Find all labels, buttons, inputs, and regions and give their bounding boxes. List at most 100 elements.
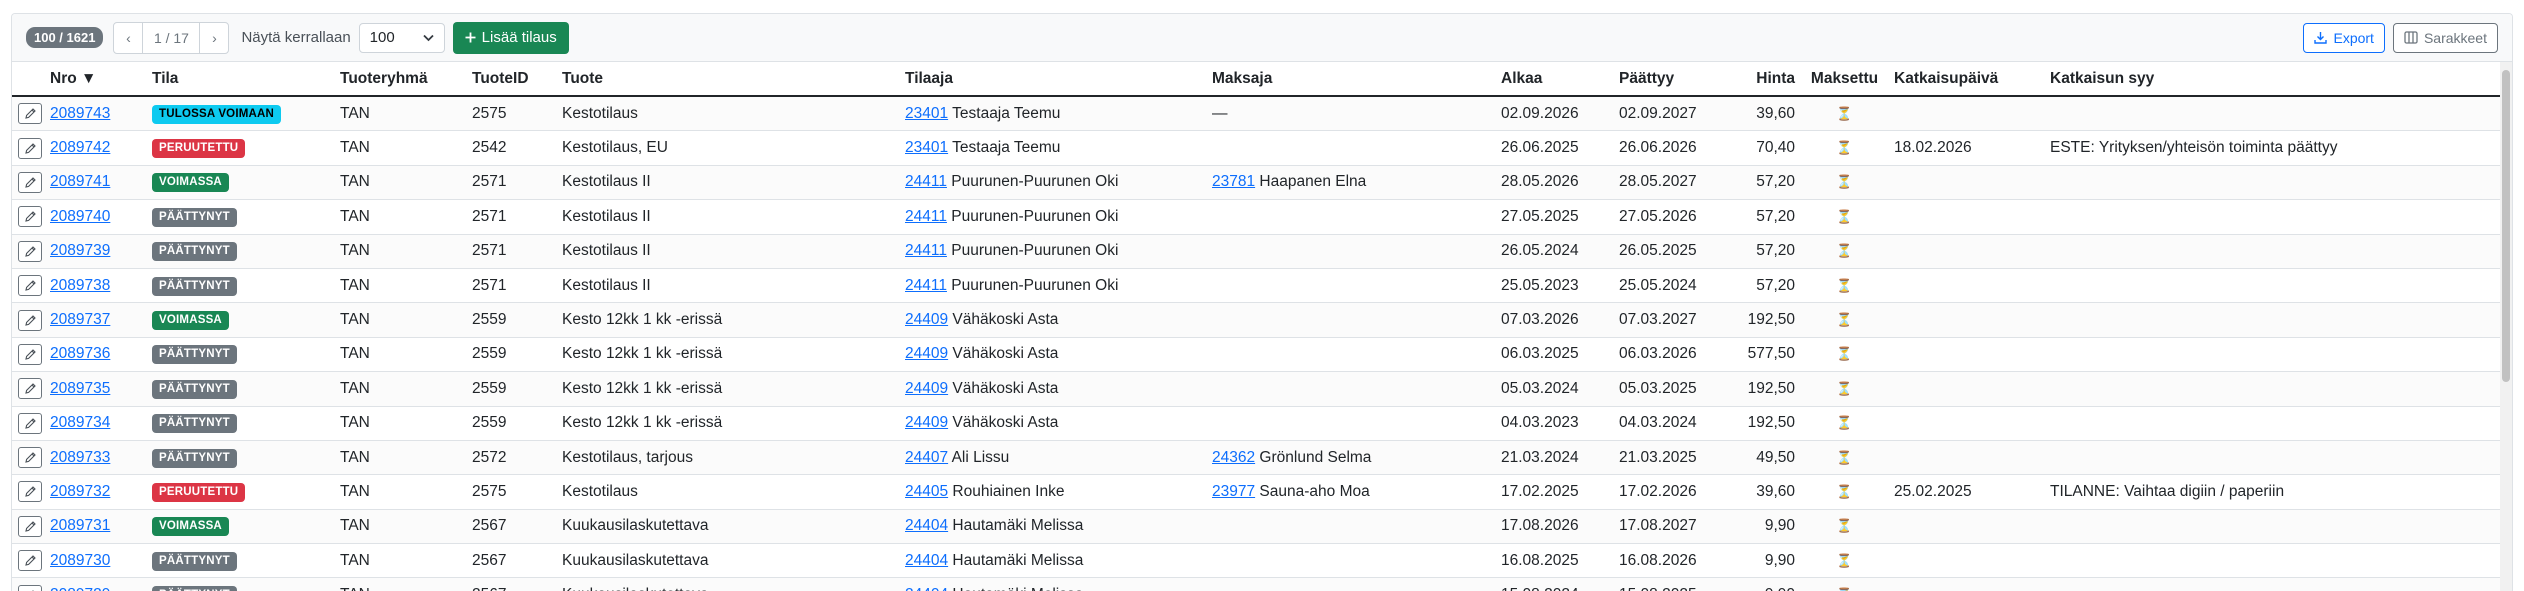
edit-row-button[interactable] (18, 171, 42, 193)
order-number-link[interactable]: 2089729 (50, 586, 110, 591)
edit-cell (12, 474, 50, 510)
edit-row-button[interactable] (18, 137, 42, 159)
hourglass-icon: ⏳ (1836, 518, 1853, 534)
order-number-link[interactable]: 2089737 (50, 311, 110, 328)
price-cell: 57,20 (1737, 234, 1795, 269)
paid-cell: ⏳ (1795, 543, 1894, 579)
product-cell: Kuukausilaskutettava (562, 509, 905, 545)
status-cell: PÄÄTTYNYT (152, 371, 340, 407)
edit-row-button[interactable] (18, 515, 42, 537)
header-tuoteryhma[interactable]: Tuoteryhmä (340, 62, 472, 97)
customer-name: Vähäkoski Asta (952, 379, 1059, 397)
edit-row-button[interactable] (18, 550, 42, 572)
edit-row-button[interactable] (18, 343, 42, 365)
chevron-right-icon: › (212, 29, 217, 46)
end-date-cell: 07.03.2027 (1619, 302, 1737, 338)
payer-link[interactable]: 23977 (1212, 483, 1255, 500)
start-date-cell: 17.02.2025 (1501, 474, 1619, 510)
payer-cell (1212, 406, 1501, 441)
edit-row-button[interactable] (18, 447, 42, 469)
customer-link[interactable]: 24409 (905, 345, 948, 362)
paid-cell: ⏳ (1795, 474, 1894, 510)
edit-row-button[interactable] (18, 275, 42, 297)
edit-row-button[interactable] (18, 584, 42, 591)
status-cell: VOIMASSA (152, 509, 340, 545)
hourglass-icon: ⏳ (1836, 174, 1853, 190)
customer-cell: 24404 Hautamäki Melissa (905, 577, 1212, 591)
next-page-button[interactable]: › (199, 22, 228, 53)
header-maksaja[interactable]: Maksaja (1212, 62, 1501, 97)
paid-cell: ⏳ (1795, 130, 1894, 166)
table-row: 2089735 PÄÄTTYNYT TAN 2559 Kesto 12kk 1 kk -… (12, 371, 2506, 407)
header-hinta[interactable]: Hinta (1737, 62, 1795, 97)
header-paattyy[interactable]: Päättyy (1619, 62, 1737, 97)
customer-link[interactable]: 24411 (905, 173, 947, 190)
pencil-icon (24, 348, 37, 361)
payer-cell: 23781 Haapanen Elna (1212, 165, 1501, 201)
order-number-link[interactable]: 2089731 (50, 517, 110, 534)
order-number-link[interactable]: 2089732 (50, 483, 110, 500)
download-icon (2314, 31, 2328, 44)
paid-cell: ⏳ (1795, 509, 1894, 545)
customer-link[interactable]: 24407 (905, 449, 948, 466)
hourglass-icon: ⏳ (1836, 552, 1853, 568)
columns-button[interactable]: Sarakkeet (2392, 22, 2498, 53)
customer-link[interactable]: 24411 (905, 208, 947, 225)
start-date-cell: 02.09.2026 (1501, 96, 1619, 132)
header-tuoteid[interactable]: TuoteID (472, 62, 562, 97)
order-number-link[interactable]: 2089736 (50, 345, 110, 362)
prev-page-button[interactable]: ‹ (114, 22, 144, 53)
scrollbar-thumb[interactable] (2502, 70, 2510, 382)
page-size-select[interactable]: 100 (358, 22, 445, 53)
order-number-link[interactable]: 2089735 (50, 380, 110, 397)
header-alkaa[interactable]: Alkaa (1501, 62, 1619, 97)
edit-row-button[interactable] (18, 103, 42, 125)
order-number-link[interactable]: 2089740 (50, 208, 110, 225)
customer-link[interactable]: 24404 (905, 586, 948, 591)
edit-row-button[interactable] (18, 481, 42, 503)
customer-link[interactable]: 24411 (905, 277, 947, 294)
customer-link[interactable]: 23401 (905, 139, 948, 156)
product-id-cell: 2575 (472, 474, 562, 510)
order-number-link[interactable]: 2089738 (50, 277, 110, 294)
header-katkaisupaiva[interactable]: Katkaisupäivä (1894, 62, 2050, 97)
pencil-icon (24, 107, 37, 120)
header-katkaisun-syy[interactable]: Katkaisun syy (2050, 62, 2506, 97)
customer-link[interactable]: 24405 (905, 483, 948, 500)
order-number-link[interactable]: 2089742 (50, 139, 110, 156)
customer-link[interactable]: 24409 (905, 414, 948, 431)
order-number-link[interactable]: 2089741 (50, 173, 110, 190)
order-number-link[interactable]: 2089730 (50, 552, 110, 569)
customer-link[interactable]: 24404 (905, 552, 948, 569)
customer-link[interactable]: 24404 (905, 517, 948, 534)
order-number-link[interactable]: 2089743 (50, 105, 110, 122)
edit-row-button[interactable] (18, 309, 42, 331)
vertical-scrollbar[interactable] (2500, 62, 2512, 591)
order-number-link[interactable]: 2089733 (50, 449, 110, 466)
payer-link[interactable]: 23781 (1212, 173, 1255, 190)
product-id-cell: 2567 (472, 509, 562, 545)
header-tuote[interactable]: Tuote (562, 62, 905, 97)
customer-link[interactable]: 23401 (905, 105, 948, 122)
edit-row-button[interactable] (18, 412, 42, 434)
header-nro[interactable]: Nro ▼ (50, 62, 152, 97)
edit-row-button[interactable] (18, 206, 42, 228)
paid-cell: ⏳ (1795, 371, 1894, 407)
customer-link[interactable]: 24409 (905, 311, 948, 328)
order-number-link[interactable]: 2089734 (50, 414, 110, 431)
export-button[interactable]: Export (2303, 22, 2385, 53)
header-maksettu[interactable]: Maksettu (1795, 62, 1894, 97)
header-tila[interactable]: Tila (152, 62, 340, 97)
payer-link[interactable]: 24362 (1212, 449, 1255, 466)
product-group-cell: TAN (340, 337, 472, 373)
customer-link[interactable]: 24409 (905, 380, 948, 397)
customer-name: Ali Lissu (951, 448, 1010, 466)
product-cell: Kuukausilaskutettava (562, 577, 905, 591)
edit-row-button[interactable] (18, 240, 42, 262)
edit-row-button[interactable] (18, 378, 42, 400)
customer-link[interactable]: 24411 (905, 242, 947, 259)
order-number-link[interactable]: 2089739 (50, 242, 110, 259)
add-order-button[interactable]: Lisää tilaus (452, 21, 569, 54)
cut-date-cell (1894, 577, 2050, 591)
header-tilaaja[interactable]: Tilaaja (905, 62, 1212, 97)
